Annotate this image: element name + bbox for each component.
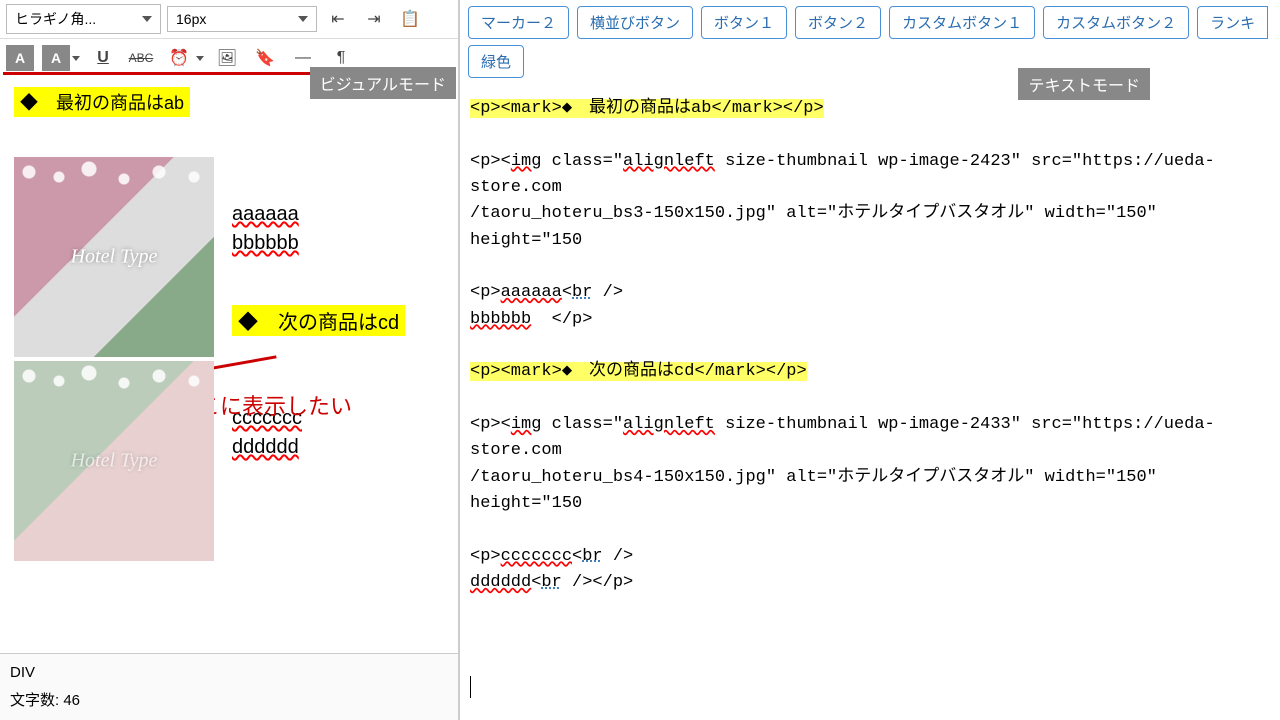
tag-button1[interactable]: ボタン１ <box>701 6 787 39</box>
product-thumbnail-2: Hotel Type <box>14 361 214 561</box>
text-cursor <box>470 676 471 698</box>
tag-custom1[interactable]: カスタムボタン１ <box>889 6 1035 39</box>
code-line: dddddd<br /></p> <box>470 573 633 592</box>
text-bbbbbb: bbbbbb <box>232 232 405 255</box>
text-bgcolor-button[interactable]: A <box>6 45 34 71</box>
product-thumbnail-1: Hotel Type <box>14 157 214 357</box>
marked-heading-2: ◆ 次の商品はcd <box>232 305 405 336</box>
status-bar: DIV 文字数: 46 <box>0 653 458 720</box>
font-family-value: ヒラギノ角... <box>15 9 96 29</box>
tag-custom2[interactable]: カスタムボタン２ <box>1043 6 1189 39</box>
text-aaaaaa: aaaaaa <box>232 203 405 226</box>
image-button[interactable]: 🖼 <box>212 45 242 71</box>
thumbnail-label: Hotel Type <box>71 246 158 269</box>
chevron-down-icon <box>72 56 80 61</box>
font-size-select[interactable]: 16px <box>167 6 317 32</box>
visual-editor-body[interactable]: ◆ 最初の商品はab Hotel Type aaaaaa bbbbbb ◆ 次の… <box>0 77 458 653</box>
side-text-1: aaaaaa bbbbbb ◆ 次の商品はcd <box>232 157 405 342</box>
text-editor-body[interactable]: <p><mark>◆ 最初の商品はab</mark></p> <p><img c… <box>460 84 1280 720</box>
quicktag-row: マーカー２ 横並びボタン ボタン１ ボタン２ カスタムボタン１ カスタムボタン２… <box>460 0 1280 45</box>
code-line: bbbbbb </p> <box>470 310 592 329</box>
code-line: <p><img class="alignleft size-thumbnail … <box>470 152 1215 197</box>
text-editor-pane: マーカー２ 横並びボタン ボタン１ ボタン２ カスタムボタン１ カスタムボタン２… <box>460 0 1280 720</box>
clipboard-button[interactable]: 📋 <box>395 6 425 32</box>
status-path: DIV <box>10 660 448 685</box>
tag-marker2[interactable]: マーカー２ <box>468 6 569 39</box>
status-word-count: 文字数: 46 <box>10 685 448 714</box>
strikethrough-button[interactable]: ABC <box>126 45 156 71</box>
code-line: <p>ccccccc<br /> <box>470 547 633 566</box>
tag-ranking[interactable]: ランキ <box>1197 6 1268 39</box>
chevron-down-icon <box>142 16 152 22</box>
text-dddddd: dddddd <box>232 436 302 459</box>
clock-button[interactable]: ⏰ <box>164 45 194 71</box>
code-line: <p>aaaaaa<br /> <box>470 283 623 302</box>
outdent-button[interactable]: ⇤ <box>323 6 353 32</box>
tag-button2[interactable]: ボタン２ <box>795 6 881 39</box>
tag-green[interactable]: 緑色 <box>468 45 524 78</box>
indent-button[interactable]: ⇥ <box>359 6 389 32</box>
toolbar-row1: ヒラギノ角... 16px ⇤ ⇥ 📋 <box>0 0 458 39</box>
code-line: /taoru_hoteru_bs4-150x150.jpg" alt="ホテルタ… <box>470 468 1167 513</box>
visual-editor-pane: ヒラギノ角... 16px ⇤ ⇥ 📋 A A U ABC ⏰ 🖼 <box>0 0 460 720</box>
thumbnail-label: Hotel Type <box>71 450 158 473</box>
bookmark-button[interactable]: 🔖 <box>250 45 280 71</box>
code-line: <p><img class="alignleft size-thumbnail … <box>470 415 1215 460</box>
toolbar-row2: A A U ABC ⏰ 🖼 🔖 — ¶ ビジュアルモード <box>0 39 458 77</box>
code-line: <p><mark>◆ 最初の商品はab</mark></p> <box>470 99 824 118</box>
text-color-button[interactable]: A <box>42 45 70 71</box>
quicktag-row2: 緑色 <box>460 45 1280 84</box>
tag-horiz-button[interactable]: 横並びボタン <box>577 6 693 39</box>
code-line: <p><mark>◆ 次の商品はcd</mark></p> <box>470 362 807 381</box>
underline-button[interactable]: U <box>88 45 118 71</box>
code-line: /taoru_hoteru_bs3-150x150.jpg" alt="ホテルタ… <box>470 204 1167 249</box>
marked-heading-1: ◆ 最初の商品はab <box>14 87 190 117</box>
font-family-select[interactable]: ヒラギノ角... <box>6 4 161 34</box>
chevron-down-icon <box>298 16 308 22</box>
chevron-down-icon <box>196 56 204 61</box>
font-size-value: 16px <box>176 11 206 27</box>
